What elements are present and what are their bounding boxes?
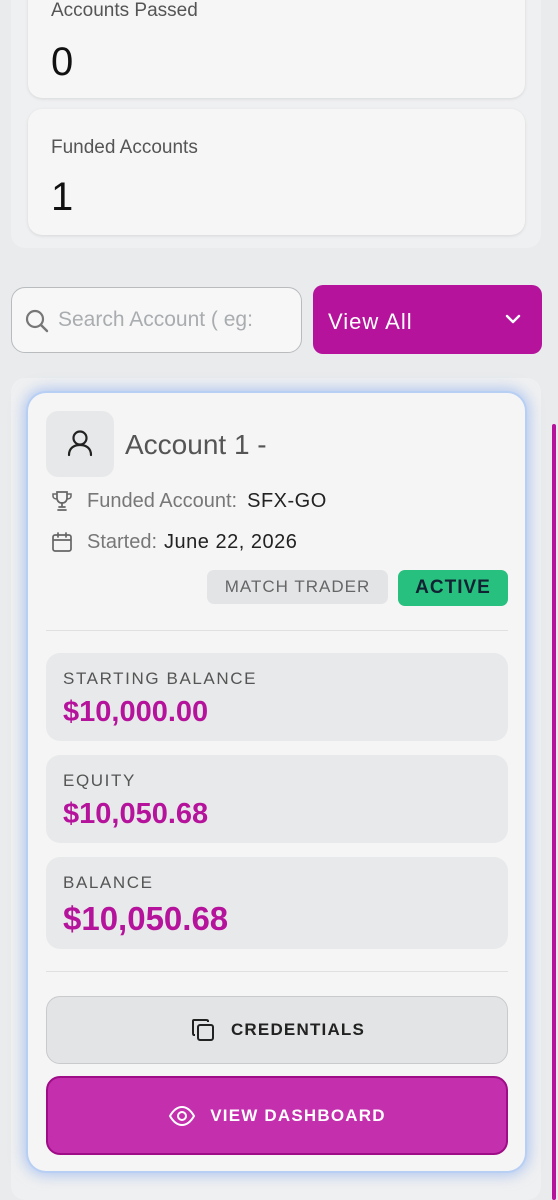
credentials-label: CREDENTIALS (230, 1020, 366, 1039)
started-label: Started: (87, 530, 158, 553)
divider (46, 971, 508, 972)
platform-badge: MATCH TRADER (207, 570, 388, 604)
metric-balance: BALANCE $10,050.68 (46, 857, 508, 949)
trophy-icon (50, 489, 74, 513)
metric-label: STARTING BALANCE (63, 669, 258, 688)
stat-card-accounts-passed: Accounts Passed 0 (28, 0, 525, 98)
user-icon (46, 411, 114, 477)
search-input[interactable] (58, 298, 296, 342)
search-box[interactable] (11, 287, 302, 353)
stat-label: Accounts Passed (51, 0, 198, 21)
view-filter-label: View All (328, 309, 413, 334)
metric-label: BALANCE (63, 873, 154, 892)
stat-card-funded-accounts: Funded Accounts 1 (28, 109, 525, 235)
scrollbar[interactable] (552, 424, 556, 1200)
stat-label: Funded Accounts (51, 137, 198, 158)
stat-value: 1 (51, 175, 74, 219)
account-type-label: Funded Account: (87, 489, 238, 512)
started-row: Started: June 22, 2026 (50, 530, 297, 554)
account-title: Account 1 - (125, 429, 267, 460)
account-type-row: Funded Account: SFX-GO (50, 489, 327, 513)
metric-value: $10,000.00 (63, 696, 209, 728)
metric-starting-balance: STARTING BALANCE $10,000.00 (46, 653, 508, 741)
metric-value: $10,050.68 (63, 900, 229, 937)
search-icon (24, 308, 50, 334)
chevron-down-icon (503, 309, 523, 335)
view-dashboard-button[interactable]: VIEW DASHBOARD (46, 1076, 508, 1155)
metric-label: EQUITY (63, 771, 136, 790)
view-filter-dropdown[interactable]: View All (313, 285, 542, 354)
eye-icon (169, 1105, 196, 1126)
stat-value: 0 (51, 40, 74, 84)
divider (46, 630, 508, 631)
account-card: Account 1 - Funded Account: SFX-GO Start… (28, 393, 525, 1171)
started-value: June 22, 2026 (164, 530, 298, 553)
credentials-button[interactable]: CREDENTIALS (46, 996, 508, 1064)
status-badge: ACTIVE (398, 570, 508, 606)
copy-icon (191, 1019, 214, 1041)
calendar-icon (50, 530, 74, 554)
view-dashboard-label: VIEW DASHBOARD (210, 1105, 386, 1125)
metric-value: $10,050.68 (63, 798, 209, 830)
account-type-value: SFX-GO (247, 489, 327, 512)
metric-equity: EQUITY $10,050.68 (46, 755, 508, 843)
